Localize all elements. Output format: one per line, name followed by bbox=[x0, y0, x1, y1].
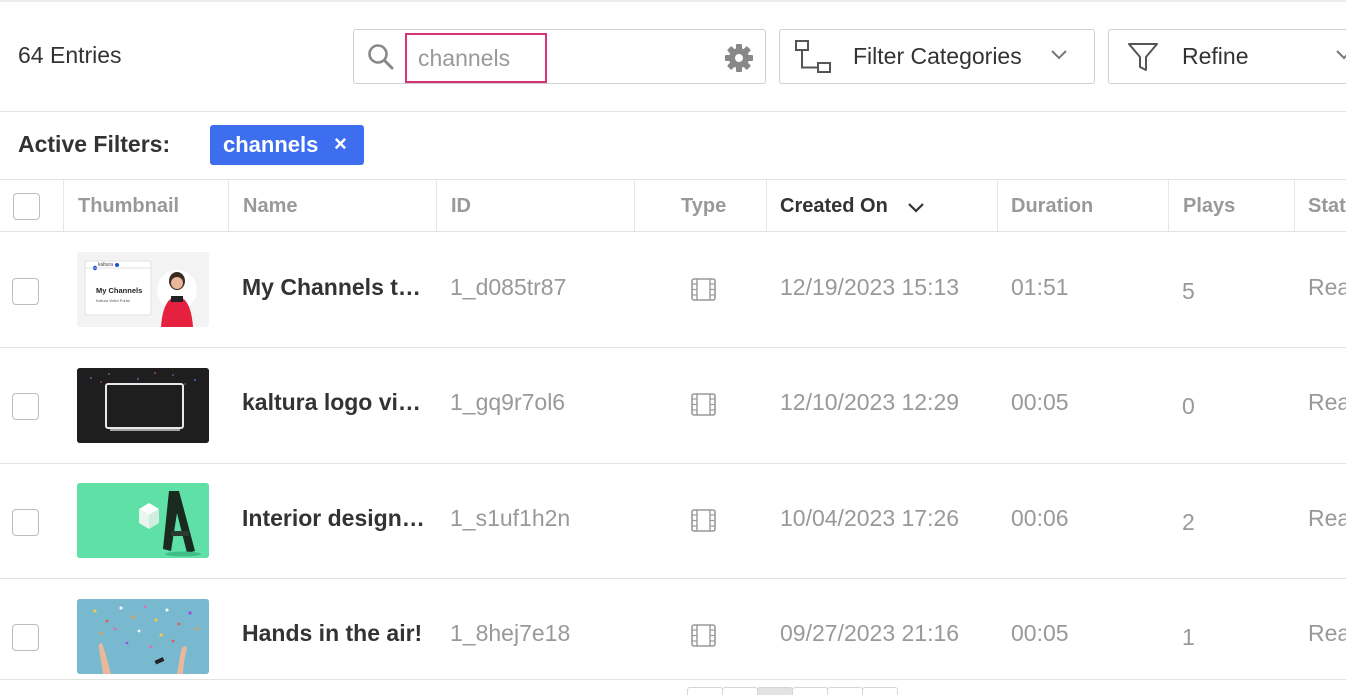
filter-categories-button[interactable]: Filter Categories bbox=[779, 29, 1095, 84]
entry-status: Rea bbox=[1308, 620, 1346, 646]
entry-plays: 2 bbox=[1182, 509, 1195, 535]
entry-name[interactable]: Interior design … bbox=[242, 505, 427, 532]
entry-id: 1_d085tr87 bbox=[450, 274, 567, 300]
pagination-button[interactable] bbox=[827, 687, 863, 695]
column-header-created-on[interactable]: Created On bbox=[780, 180, 940, 232]
video-icon bbox=[691, 393, 716, 416]
table-row[interactable]: kaltura logo vi… 1_gq9r7ol6 12/10/2023 1… bbox=[0, 348, 1346, 464]
select-all-checkbox[interactable] bbox=[13, 193, 40, 220]
table-row[interactable]: kaltura My Channels Kaltura Video Portal… bbox=[0, 232, 1346, 348]
entry-duration: 01:51 bbox=[1011, 274, 1069, 300]
entry-name[interactable]: My Channels t… bbox=[242, 274, 427, 301]
gear-icon[interactable] bbox=[724, 43, 754, 73]
refine-label: Refine bbox=[1182, 43, 1249, 69]
svg-text:Kaltura Video Portal: Kaltura Video Portal bbox=[96, 299, 130, 303]
svg-text:kaltura: kaltura bbox=[98, 262, 113, 268]
row-checkbox[interactable] bbox=[12, 393, 39, 420]
entry-duration: 00:06 bbox=[1011, 505, 1069, 531]
entry-plays: 0 bbox=[1182, 393, 1195, 419]
entries-count: 64 Entries bbox=[18, 42, 122, 68]
search-input[interactable] bbox=[405, 33, 547, 83]
entry-status: Rea bbox=[1308, 274, 1346, 300]
entry-id: 1_8hej7e18 bbox=[450, 620, 571, 646]
sort-descending-icon bbox=[908, 203, 924, 213]
entry-thumbnail[interactable] bbox=[77, 599, 209, 674]
pagination-button[interactable] bbox=[792, 687, 828, 695]
entry-created-on: 10/04/2023 17:26 bbox=[780, 505, 960, 531]
divider bbox=[0, 179, 1346, 180]
thumbnail-image bbox=[77, 599, 209, 674]
video-icon bbox=[691, 278, 716, 301]
row-checkbox[interactable] bbox=[12, 509, 39, 536]
filter-categories-label: Filter Categories bbox=[853, 43, 1022, 69]
thumbnail-image bbox=[77, 368, 209, 443]
pagination-button[interactable] bbox=[687, 687, 723, 695]
search-icon bbox=[368, 44, 394, 70]
chevron-down-icon bbox=[1051, 50, 1067, 60]
entry-status: Rea bbox=[1308, 389, 1346, 415]
divider bbox=[0, 679, 1346, 680]
thumbnail-image: kaltura My Channels Kaltura Video Portal bbox=[77, 252, 209, 327]
column-separator bbox=[634, 180, 635, 232]
remove-filter-icon[interactable]: × bbox=[334, 131, 347, 157]
entry-plays: 1 bbox=[1182, 624, 1195, 650]
entry-status: Rea bbox=[1308, 505, 1346, 531]
svg-text:My Channels: My Channels bbox=[96, 286, 142, 295]
row-checkbox[interactable] bbox=[12, 624, 39, 651]
column-separator bbox=[63, 180, 64, 232]
video-icon bbox=[691, 509, 716, 532]
search-box[interactable] bbox=[353, 29, 766, 84]
pagination-button[interactable] bbox=[862, 687, 898, 695]
active-filters-label: Active Filters: bbox=[18, 131, 171, 157]
funnel-icon bbox=[1128, 43, 1158, 71]
table-row[interactable]: Hands in the air! 1_8hej7e18 09/27/2023 … bbox=[0, 579, 1346, 695]
entry-thumbnail[interactable]: kaltura My Channels Kaltura Video Portal bbox=[77, 252, 209, 327]
category-tree-icon bbox=[795, 40, 831, 73]
row-checkbox[interactable] bbox=[12, 278, 39, 305]
entry-name[interactable]: kaltura logo vi… bbox=[242, 389, 427, 416]
entry-created-on: 12/10/2023 12:29 bbox=[780, 389, 960, 415]
video-icon bbox=[691, 624, 716, 647]
column-separator bbox=[997, 180, 998, 232]
column-separator bbox=[1168, 180, 1169, 232]
filter-chip: channels × bbox=[210, 125, 364, 165]
entry-thumbnail[interactable] bbox=[77, 368, 209, 443]
column-separator bbox=[436, 180, 437, 232]
column-separator bbox=[228, 180, 229, 232]
pagination-button[interactable] bbox=[722, 687, 758, 695]
entry-duration: 00:05 bbox=[1011, 620, 1069, 646]
entry-duration: 00:05 bbox=[1011, 389, 1069, 415]
entry-id: 1_gq9r7ol6 bbox=[450, 389, 566, 415]
chevron-down-icon bbox=[1336, 50, 1346, 60]
refine-button[interactable]: Refine bbox=[1108, 29, 1346, 84]
thumbnail-image bbox=[77, 483, 209, 558]
filter-chip-label: channels bbox=[223, 132, 319, 157]
entry-name[interactable]: Hands in the air! bbox=[242, 620, 427, 647]
entry-thumbnail[interactable] bbox=[77, 483, 209, 558]
entry-created-on: 09/27/2023 21:16 bbox=[780, 620, 960, 646]
column-separator bbox=[1294, 180, 1295, 232]
pagination-button-current[interactable] bbox=[757, 687, 793, 695]
column-separator bbox=[766, 180, 767, 232]
entry-id: 1_s1uf1h2n bbox=[450, 505, 571, 531]
divider bbox=[0, 111, 1346, 112]
table-row[interactable]: Interior design … 1_s1uf1h2n 10/04/2023 … bbox=[0, 464, 1346, 580]
top-border bbox=[0, 0, 1346, 2]
entry-created-on: 12/19/2023 15:13 bbox=[780, 274, 960, 300]
entry-plays: 5 bbox=[1182, 278, 1195, 304]
